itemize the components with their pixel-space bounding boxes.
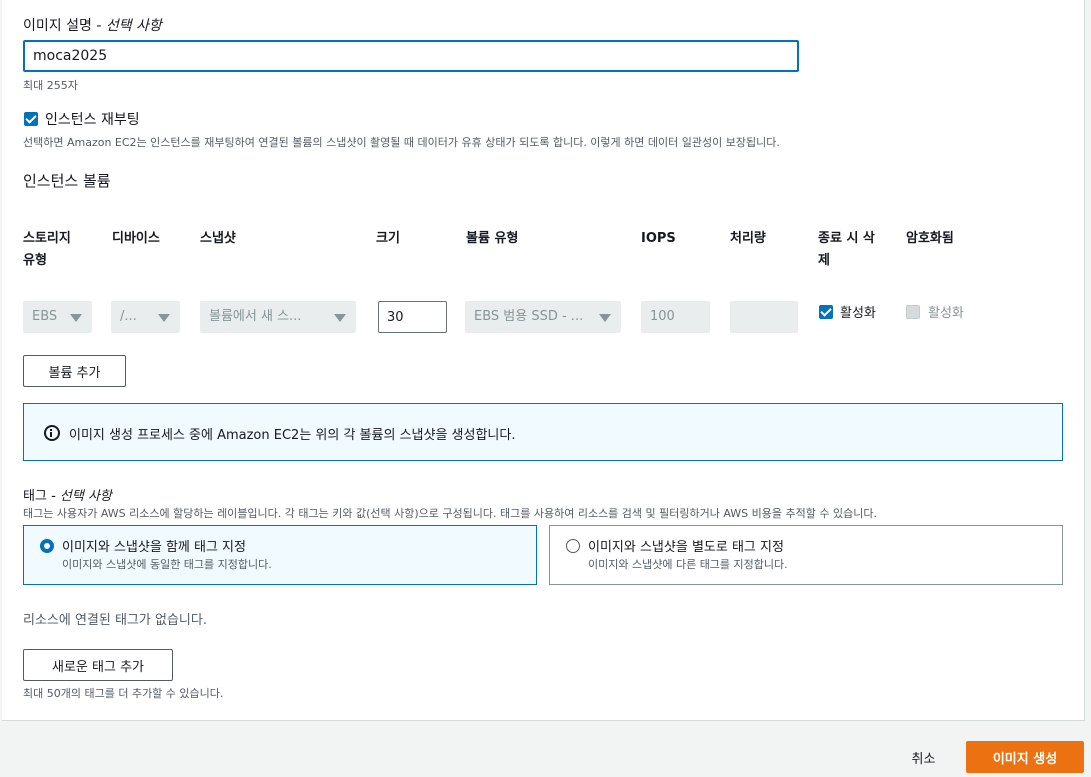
- info-text: 이미지 생성 프로세스 중에 Amazon EC2는 위의 각 볼륨의 스냅샷을…: [69, 428, 516, 443]
- chevron-down-icon: [70, 314, 82, 322]
- iops-input: 100: [641, 301, 710, 333]
- col-throughput: 처리량: [730, 231, 766, 246]
- create-image-form: 이미지 설명 - 선택 사항 최대 255자 인스턴스 재부팅 선택하면 Ama…: [2, 0, 1085, 721]
- tags-limit-text: 최대 50개의 태그를 더 추가할 수 있습니다.: [23, 687, 224, 700]
- tag-separately-desc: 이미지와 스냅샷에 다른 태그를 지정합니다.: [588, 558, 788, 571]
- tag-separately-option[interactable]: 이미지와 스냅샷을 별도로 태그 지정 이미지와 스냅샷에 다른 태그를 지정합…: [549, 525, 1063, 585]
- col-storage-type-line1: 스토리지: [23, 231, 71, 246]
- col-delete-line2: 제: [818, 253, 830, 268]
- add-tag-button[interactable]: 새로운 태그 추가: [23, 649, 173, 681]
- image-description-label: 이미지 설명 - 선택 사항: [23, 15, 162, 35]
- tags-description: 태그는 사용자가 AWS 리소스에 할당하는 레이블입니다. 각 태그는 키와 …: [23, 507, 877, 520]
- col-delete-on-termination: 종료 시 삭 제: [818, 228, 875, 272]
- encrypted-checkbox: [906, 305, 920, 319]
- chevron-down-icon: [334, 314, 346, 322]
- image-description-label-text: 이미지 설명: [23, 18, 92, 34]
- tags-label-text: 태그: [23, 489, 47, 504]
- chevron-down-icon: [599, 314, 611, 322]
- snapshot-value: 볼륨에서 새 스...: [209, 309, 302, 324]
- col-volume-type: 볼륨 유형: [466, 231, 519, 246]
- device-select: /...: [111, 301, 180, 333]
- info-alert: 이미지 생성 프로세스 중에 Amazon EC2는 위의 각 볼륨의 스냅샷을…: [23, 403, 1063, 461]
- tag-separately-title: 이미지와 스냅샷을 별도로 태그 지정: [588, 540, 784, 555]
- iops-value: 100: [650, 309, 675, 324]
- tag-together-option[interactable]: 이미지와 스냅샷을 함께 태그 지정 이미지와 스냅샷에 동일한 태그를 지정합…: [23, 525, 537, 585]
- col-storage-type-line2: 유형: [23, 253, 47, 268]
- col-delete-line1: 종료 시 삭: [818, 231, 875, 246]
- delete-on-termination-label: 활성화: [840, 306, 876, 321]
- image-description-hint: 최대 255자: [23, 79, 78, 92]
- col-storage-type: 스토리지 유형: [23, 228, 71, 272]
- tag-together-title: 이미지와 스냅샷을 함께 태그 지정: [62, 540, 246, 555]
- image-description-optional: - 선택 사항: [96, 18, 162, 34]
- col-snapshot: 스냅샷: [200, 231, 236, 246]
- encrypted-label: 활성화: [928, 306, 964, 321]
- col-encrypted: 암호화됨: [906, 231, 954, 246]
- create-image-button[interactable]: 이미지 생성: [966, 741, 1084, 773]
- col-size: 크기: [376, 231, 400, 246]
- col-iops: IOPS: [641, 231, 676, 246]
- reboot-checkbox[interactable]: [24, 112, 38, 126]
- instance-volumes-title: 인스턴스 볼륨: [23, 172, 111, 190]
- tag-together-desc: 이미지와 스냅샷에 동일한 태그를 지정합니다.: [62, 558, 272, 571]
- size-input[interactable]: [378, 301, 447, 333]
- storage-type-select: EBS: [23, 301, 92, 333]
- storage-type-value: EBS: [32, 309, 58, 324]
- chevron-down-icon: [158, 314, 170, 322]
- tags-label: 태그 - 선택 사항: [23, 485, 112, 504]
- image-description-input[interactable]: [23, 40, 799, 72]
- cancel-button[interactable]: 취소: [896, 741, 951, 773]
- info-icon: [44, 425, 60, 441]
- reboot-label: 인스턴스 재부팅: [45, 112, 140, 128]
- delete-on-termination-checkbox[interactable]: [819, 305, 833, 319]
- volume-type-value: EBS 범용 SSD - ...: [474, 309, 584, 324]
- no-tags-text: 리소스에 연결된 태그가 없습니다.: [23, 613, 207, 628]
- tag-separately-radio[interactable]: [566, 539, 580, 553]
- throughput-input: [730, 301, 798, 333]
- device-value: /...: [120, 309, 137, 324]
- add-volume-button[interactable]: 볼륨 추가: [23, 355, 126, 387]
- reboot-description: 선택하면 Amazon EC2는 인스턴스를 재부팅하여 연결된 볼륨의 스냅샷…: [23, 136, 780, 149]
- snapshot-select: 볼륨에서 새 스...: [200, 301, 356, 333]
- volume-type-select: EBS 범용 SSD - ...: [465, 301, 621, 333]
- tag-together-radio[interactable]: [40, 539, 54, 553]
- tags-optional: - 선택 사항: [51, 489, 112, 504]
- col-device: 디바이스: [112, 231, 160, 246]
